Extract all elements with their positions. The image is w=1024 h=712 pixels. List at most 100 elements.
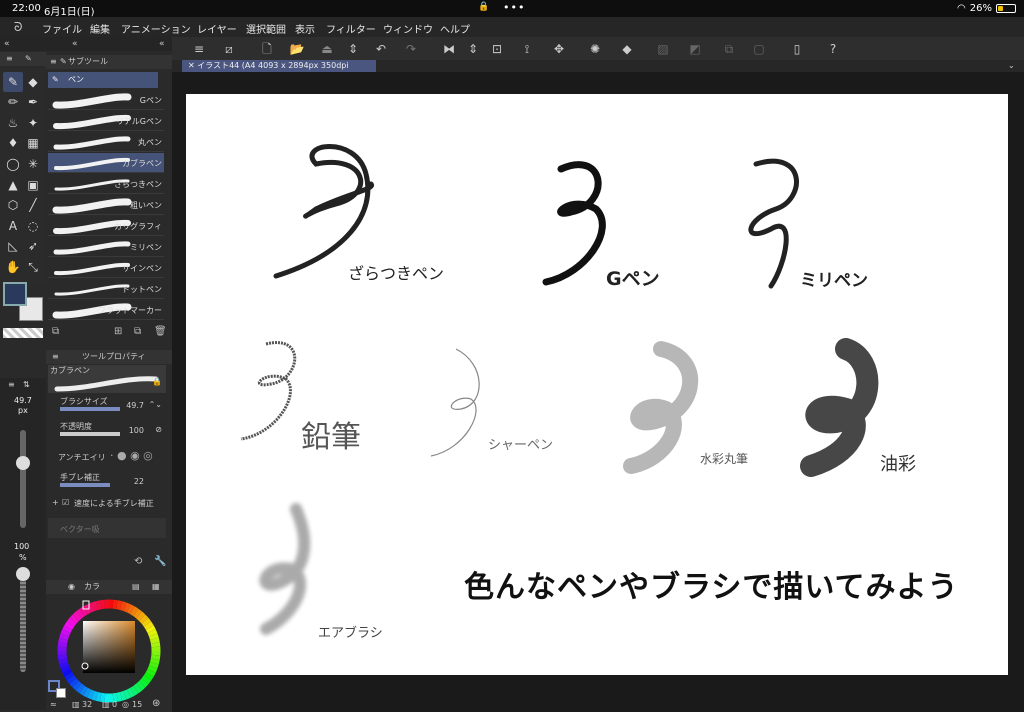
- hue-ring-segment[interactable]: [60, 629, 71, 637]
- lasso-icon[interactable]: ◯: [3, 154, 23, 174]
- menu-view[interactable]: 表示: [295, 21, 315, 36]
- hue-ring-segment[interactable]: [62, 625, 73, 634]
- hue-ring-segment[interactable]: [136, 681, 146, 691]
- hue-ring-segment[interactable]: [79, 606, 88, 617]
- tool-tab[interactable]: ≡ ✎: [0, 52, 46, 66]
- menu-help[interactable]: ヘルプ: [440, 21, 470, 36]
- brush-item[interactable]: フラットマーカー: [48, 300, 164, 320]
- hue-ring-segment[interactable]: [66, 675, 77, 685]
- subtool-delete-icon[interactable]: 🗑: [154, 326, 167, 337]
- brush-icon[interactable]: ✒: [23, 92, 43, 112]
- subtool-duplicate-icon[interactable]: ⧉: [134, 326, 141, 337]
- hue-ring-segment[interactable]: [136, 611, 146, 621]
- sub-color-mini[interactable]: [56, 688, 66, 698]
- hue-ring-segment[interactable]: [95, 600, 102, 610]
- transform-icon[interactable]: ⊡: [488, 40, 506, 58]
- app-logo-icon[interactable]: ᘐ: [14, 20, 22, 35]
- hue-ring-segment[interactable]: [91, 601, 99, 612]
- menu-window[interactable]: ウィンドウ: [383, 21, 433, 36]
- hue-ring-segment[interactable]: [64, 672, 75, 681]
- transparent-color-swatch[interactable]: [3, 328, 43, 338]
- hue-ring-segment[interactable]: [141, 617, 152, 627]
- size-slider-knob[interactable]: [16, 456, 30, 470]
- brush-size-stepper-icon[interactable]: ⌃⌄: [149, 400, 162, 409]
- hue-ring-segment[interactable]: [66, 617, 77, 627]
- brush-item[interactable]: 丸ペン: [48, 132, 164, 152]
- menu-animation[interactable]: アニメーション: [121, 21, 191, 36]
- magic-wand-icon[interactable]: ✳: [23, 154, 43, 174]
- frame-icon[interactable]: ◺: [3, 236, 23, 256]
- hue-ring-segment[interactable]: [59, 661, 70, 669]
- hue-ring-segment[interactable]: [150, 637, 160, 644]
- move-icon[interactable]: ✥: [550, 40, 568, 58]
- slider-panel-icon[interactable]: ≡: [8, 380, 15, 389]
- hue-ring-segment[interactable]: [75, 608, 85, 619]
- collapse-right-icon[interactable]: «: [159, 37, 165, 51]
- hue-ring-segment[interactable]: [148, 661, 159, 669]
- hue-ring-segment[interactable]: [119, 690, 127, 701]
- hue-ring-segment[interactable]: [145, 668, 156, 677]
- hue-ring-segment[interactable]: [69, 678, 79, 688]
- pen-tab-icon[interactable]: ✎: [25, 52, 32, 66]
- opacity-bar[interactable]: [60, 432, 120, 436]
- flip-horizontal-icon[interactable]: ⧓: [440, 40, 458, 58]
- hue-ring-segment[interactable]: [72, 611, 82, 621]
- hue-ring-segment[interactable]: [133, 683, 143, 694]
- collapse-left-icon[interactable]: «: [4, 37, 10, 51]
- disabled-tool-4-icon[interactable]: ▢: [750, 40, 768, 58]
- subtool-menu-icon[interactable]: ≡: [50, 55, 57, 69]
- stabilize-value[interactable]: 22: [134, 477, 144, 486]
- opacity-value[interactable]: 100: [129, 426, 144, 435]
- hue-ring-segment[interactable]: [79, 685, 88, 696]
- hue-ring-segment[interactable]: [148, 633, 159, 641]
- hue-ring-segment[interactable]: [139, 678, 149, 688]
- hue-ring-segment[interactable]: [69, 614, 79, 624]
- hue-ring-segment[interactable]: [58, 658, 68, 665]
- hue-ring-segment[interactable]: [75, 683, 85, 694]
- gradient-icon[interactable]: ▣: [23, 175, 43, 195]
- redo-icon[interactable]: ↷: [402, 40, 420, 58]
- hamburger-menu-icon[interactable]: ≡: [190, 40, 208, 58]
- opacity-slider-track[interactable]: [20, 568, 26, 672]
- brush-item[interactable]: リアルGペン: [48, 111, 164, 131]
- hue-ring-segment[interactable]: [130, 685, 139, 696]
- hue-ring-segment[interactable]: [123, 602, 131, 613]
- hue-ring-segment[interactable]: [57, 642, 68, 648]
- canvas-paper[interactable]: ざらつきペン Gペン ミリペン 鉛筆 シャーペン 水彩丸筆 油彩 エアブラシ 色…: [186, 94, 1008, 675]
- color-wheel[interactable]: [54, 596, 164, 706]
- hue-ring-segment[interactable]: [139, 614, 149, 624]
- fill-icon[interactable]: ▲: [3, 175, 23, 195]
- hue-ring-segment[interactable]: [87, 602, 95, 613]
- lock-icon[interactable]: 🔒: [152, 377, 162, 386]
- color-panel-tab[interactable]: ◉ カラ ▤ ▦: [46, 580, 172, 594]
- speed-stabilize-row[interactable]: + ☑ 速度による手ブレ補正: [48, 496, 166, 516]
- more-dots-icon[interactable]: •••: [503, 1, 525, 14]
- open-file-icon[interactable]: 📂: [288, 40, 306, 58]
- save-icon[interactable]: ⏏: [318, 40, 336, 58]
- fill-bucket-icon[interactable]: ◆: [618, 40, 636, 58]
- disabled-tool-2-icon[interactable]: ◩: [686, 40, 704, 58]
- vector-row[interactable]: ベクター吸: [48, 518, 166, 538]
- brush-size-row[interactable]: ブラシサイズ 49.7 ⌃⌄: [48, 396, 166, 416]
- disabled-tool-3-icon[interactable]: ⧉: [720, 40, 738, 58]
- eyedropper-icon[interactable]: ⤡: [23, 257, 43, 277]
- hue-ring-segment[interactable]: [123, 689, 131, 700]
- eraser-icon[interactable]: ◆: [23, 72, 43, 92]
- brush-size-value[interactable]: 49.7: [126, 401, 144, 410]
- stabilize-bar[interactable]: [60, 483, 110, 487]
- opacity-link-icon[interactable]: ⊘: [155, 425, 162, 434]
- airbrush-icon[interactable]: ♨: [3, 113, 23, 133]
- brush-item[interactable]: Gペン: [48, 90, 164, 110]
- stabilize-row[interactable]: 手ブレ補正 22: [48, 472, 166, 492]
- hue-ring-segment[interactable]: [130, 606, 139, 617]
- hand-icon[interactable]: ✋: [3, 257, 23, 277]
- subtool-add-icon[interactable]: ⊞: [114, 326, 122, 337]
- brush-item[interactable]: カリグラフィ: [48, 216, 164, 236]
- fit-screen-icon[interactable]: ⧄: [220, 40, 238, 58]
- size-slider-track[interactable]: [20, 430, 26, 528]
- hue-ring-segment[interactable]: [119, 601, 127, 612]
- grid-icon[interactable]: ▦: [23, 133, 43, 153]
- hue-ring-segment[interactable]: [150, 654, 161, 660]
- expand-toggle-icon[interactable]: ⇕: [344, 40, 362, 58]
- undo-icon[interactable]: ↶: [372, 40, 390, 58]
